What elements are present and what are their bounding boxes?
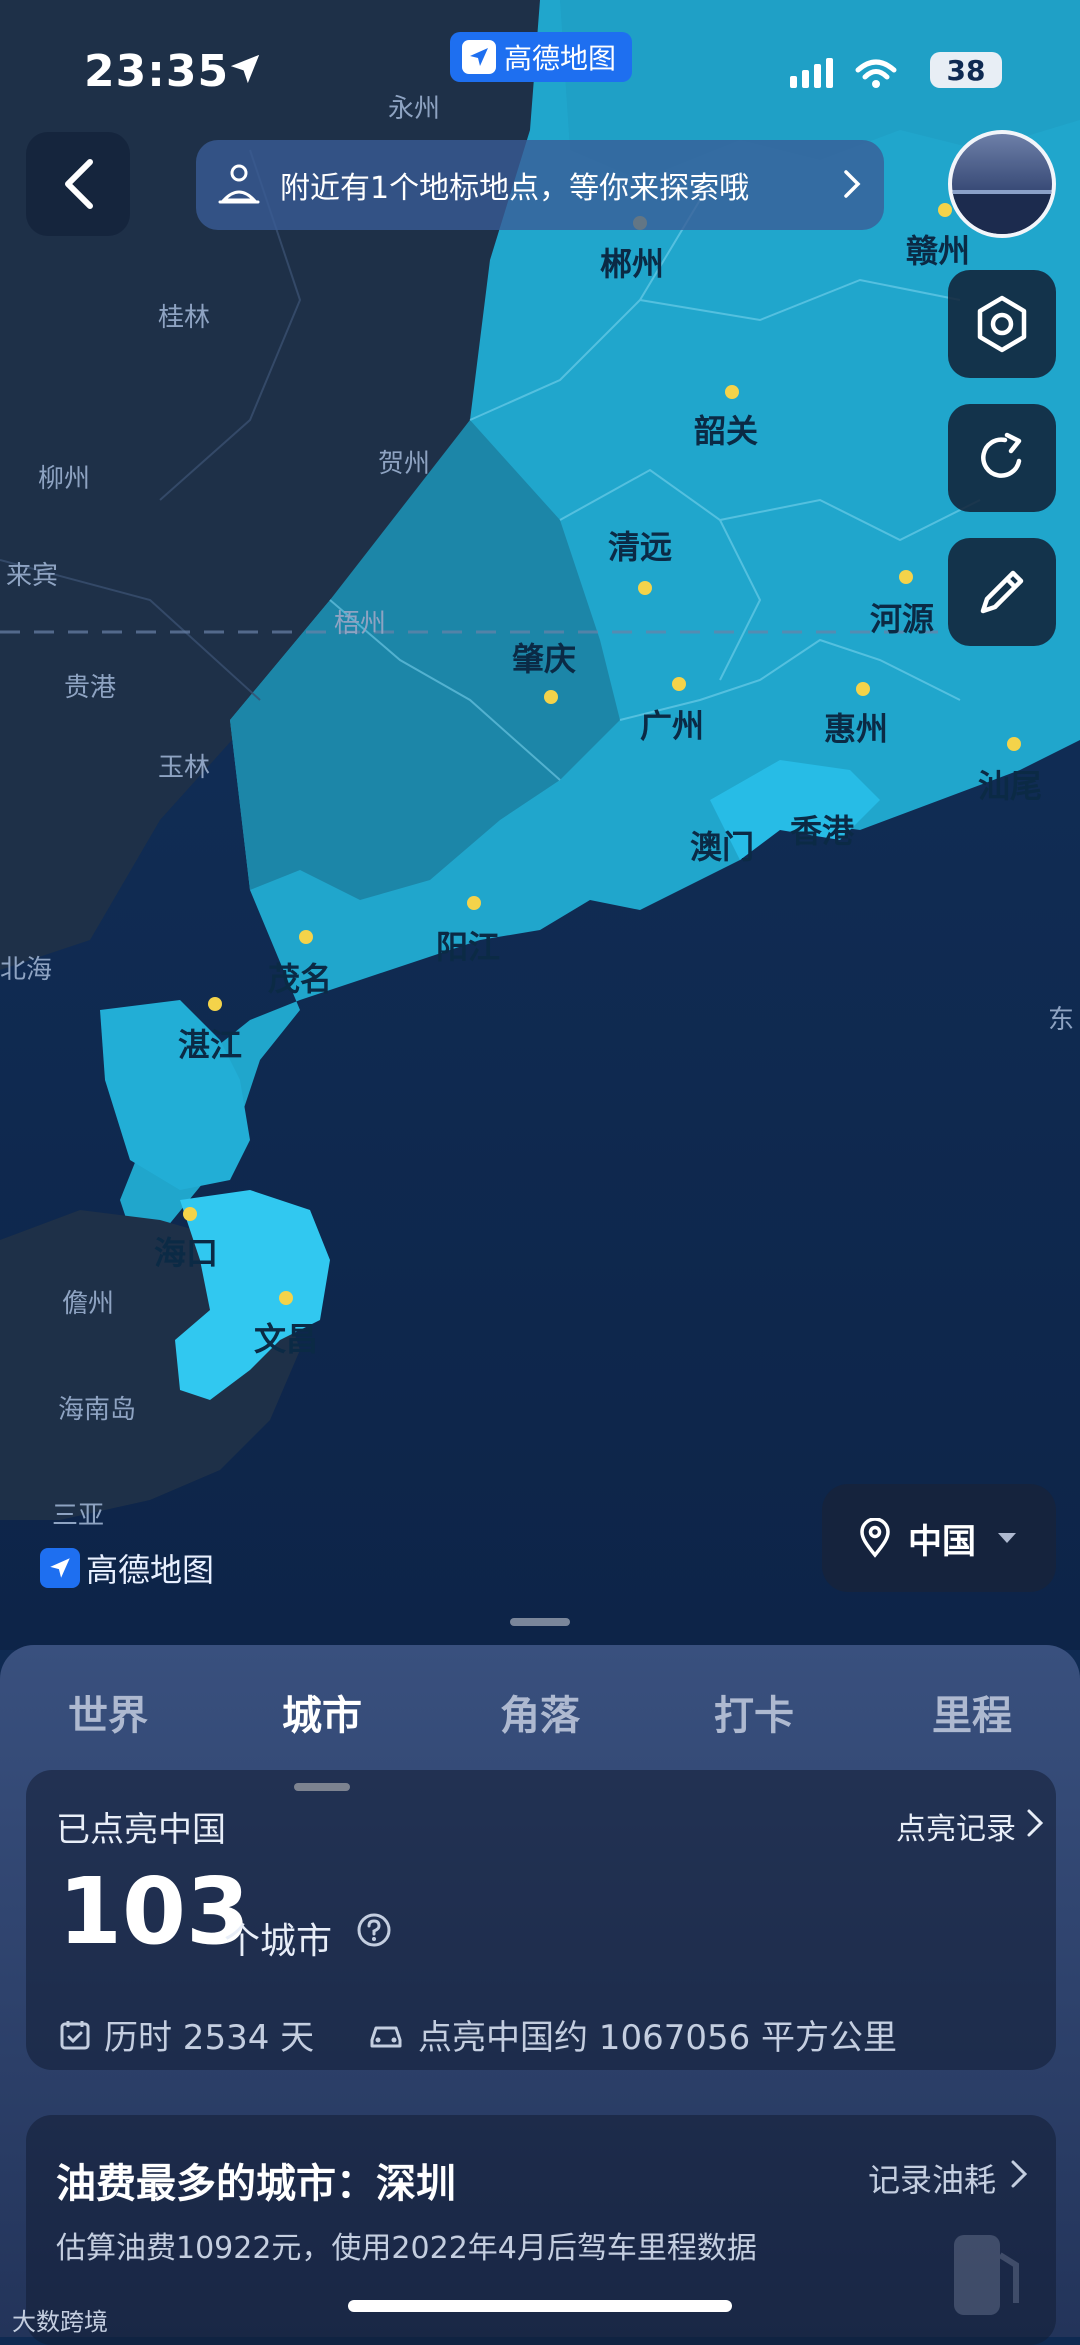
lit-cities-card: 已点亮中国 点亮记录 103 个城市 历时 2534 天 点亮中国约 10670 [26, 1770, 1056, 2070]
map-label: 海南岛 [58, 1395, 136, 1425]
map-label: 广州 [640, 707, 704, 745]
fuel-card-title: 油费最多的城市：深圳 [56, 2161, 456, 2207]
map-label: 玉林 [158, 753, 210, 783]
map-label: 柳州 [38, 464, 90, 494]
settings-hexagon-icon [977, 295, 1027, 353]
map-label: 湛江 [178, 1026, 242, 1064]
map-label: 北海 [0, 955, 52, 985]
map-label: 茂名 [268, 960, 332, 998]
banner-text: 附近有1个地标地点，等你来探索哦 [280, 171, 750, 206]
map-label: 海口 [154, 1234, 218, 1272]
fuel-pump-icon [954, 2235, 1019, 2315]
map-label: 郴州 [600, 245, 664, 283]
calendar-check-icon [60, 2020, 90, 2049]
city-map[interactable]: 永州 桂林 贺州 柳州 来宾 梧州 贵港 玉林 北海 儋州 海南岛 三亚 东 郴… [0, 0, 1080, 1650]
tab-checkin[interactable]: 打卡 [714, 1683, 794, 1741]
edit-button[interactable] [948, 538, 1056, 646]
region-value: 中国 [908, 1521, 976, 1562]
map-label: 澳门 [690, 828, 754, 866]
home-indicator[interactable] [348, 2300, 732, 2312]
map-label: 赣州 [906, 232, 970, 270]
chevron-right-icon [1011, 2160, 1028, 2188]
map-label: 三亚 [52, 1501, 104, 1531]
region-selector[interactable]: 中国 [822, 1484, 1056, 1592]
map-label: 来宾 [6, 561, 58, 591]
map-logo-text: 高德地图 [86, 1551, 215, 1589]
map-label: 清远 [608, 528, 672, 566]
city-count-unit: 个城市 [224, 1921, 333, 1962]
map-label: 河源 [870, 600, 934, 638]
map-logo: 高德地图 [40, 1545, 214, 1591]
back-button[interactable] [26, 132, 130, 236]
map-label: 汕尾 [978, 767, 1042, 805]
fuel-card-description: 估算油费10922元，使用2022年4月后驾车里程数据 [56, 2231, 757, 2266]
map-label: 东 [1048, 1005, 1074, 1035]
area-text: 点亮中国约 1067056 平方公里 [418, 2018, 898, 2058]
map-label: 贵港 [64, 673, 116, 703]
help-icon[interactable] [356, 1912, 392, 1948]
status-bar: 23:35 高德地图 38 [0, 32, 1080, 110]
avatar[interactable] [948, 130, 1056, 238]
map-label: 香港 [790, 812, 855, 850]
chevron-left-icon [65, 159, 93, 209]
map-label: 文昌 [254, 1320, 318, 1358]
map-label: 梧州 [334, 609, 386, 639]
duration-stat: 历时 2534 天 [58, 2010, 314, 2059]
city-count: 103 [58, 1858, 251, 1965]
chevron-right-icon [1027, 1809, 1044, 1837]
map-label: 惠州 [824, 710, 888, 748]
share-button[interactable] [948, 404, 1056, 512]
amap-logo-icon [462, 40, 496, 74]
landmark-icon [218, 164, 260, 204]
location-arrow-icon [230, 54, 260, 84]
map-label: 韶关 [694, 412, 758, 450]
landmark-banner[interactable]: 附近有1个地标地点，等你来探索哦 [196, 140, 884, 230]
watermark-text: 大数跨境 [12, 2308, 108, 2336]
caret-down-icon [998, 1533, 1016, 1543]
fuel-records-link[interactable]: 记录油耗 [868, 2155, 996, 2201]
app-return-pill[interactable]: 高德地图 [450, 32, 632, 82]
area-stat: 点亮中国约 1067056 平方公里 [366, 2010, 897, 2059]
status-time: 23:35 [84, 46, 230, 97]
map-label: 儋州 [62, 1289, 114, 1319]
map-label: 贺州 [378, 449, 430, 479]
signal-wifi-icon [790, 58, 897, 88]
tab-bar: 世界 城市 角落 打卡 里程 [0, 1683, 1080, 1791]
avatar-landscape-icon [952, 190, 1052, 234]
amap-logo-icon [40, 1548, 80, 1588]
tab-world[interactable]: 世界 [68, 1683, 148, 1741]
sheet-drag-handle[interactable] [510, 1618, 570, 1626]
card-title: 已点亮中国 [56, 1810, 226, 1850]
map-label: 肇庆 [512, 640, 576, 678]
settings-button[interactable] [948, 270, 1056, 378]
chevron-right-icon [844, 170, 861, 198]
stats-sheet: 世界 城市 角落 打卡 里程 已点亮中国 点亮记录 103 个城市 历时 253… [0, 1645, 1080, 2345]
tab-city[interactable]: 城市 [282, 1683, 362, 1741]
battery-indicator: 38 [930, 52, 1002, 88]
car-icon [370, 2026, 402, 2047]
map-label: 阳江 [436, 928, 500, 966]
tab-mileage[interactable]: 里程 [932, 1683, 1012, 1741]
duration-text: 历时 2534 天 [104, 2018, 315, 2058]
app-pill-label: 高德地图 [504, 42, 617, 75]
pencil-icon [980, 570, 1024, 614]
location-pin-icon [860, 1518, 890, 1558]
lit-records-link[interactable]: 点亮记录 [896, 1804, 1016, 1848]
map-label: 桂林 [158, 303, 210, 333]
tab-corner[interactable]: 角落 [500, 1683, 580, 1741]
share-refresh-icon [981, 432, 1022, 478]
